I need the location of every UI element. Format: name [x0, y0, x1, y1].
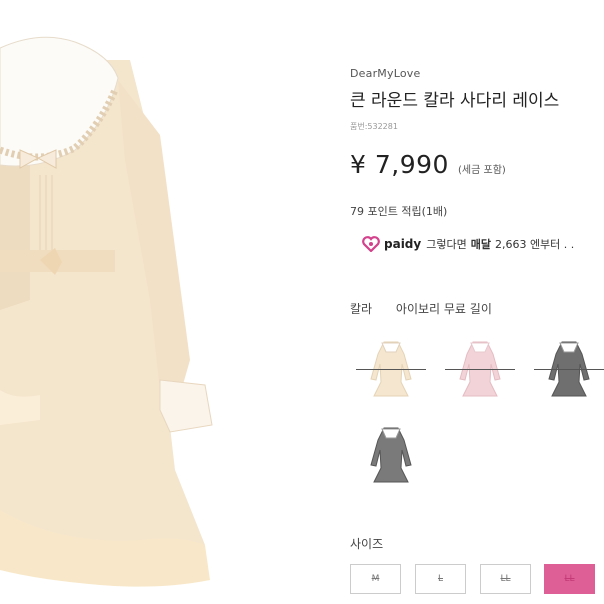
swatch-strike-line [445, 369, 515, 370]
paidy-logo: paidy [384, 237, 422, 251]
tax-note: (세금 포함) [458, 165, 506, 176]
paidy-text-after: 2,663 엔부터 . . [494, 238, 575, 251]
product-info-panel: DearMyLove 큰 라운드 칼라 사다리 레이스 품번:532281 ¥ … [350, 0, 604, 604]
paidy-banner[interactable]: paidy 그렇다면 매달 2,663 엔부터 . . [362, 236, 574, 252]
color-swatch-gray-2[interactable] [356, 420, 426, 490]
swatch-strike-line [534, 369, 604, 370]
size-option-m[interactable]: M [350, 564, 401, 594]
size-option-ll[interactable]: LL [480, 564, 531, 594]
paidy-text-bold: 매달 [470, 238, 491, 251]
color-label: 칼라 [350, 302, 373, 316]
paidy-text-before: 그렇다면 [426, 238, 467, 251]
size-option-l[interactable]: L [415, 564, 466, 594]
color-row: 칼라 아이보리 무료 길이 [350, 300, 492, 317]
size-label: 사이즈 [350, 537, 384, 551]
product-code: 품번:532281 [350, 122, 398, 131]
product-main-image[interactable] [0, 0, 330, 604]
dress-illustration [0, 36, 213, 587]
points-info: 79 포인트 적립(1배) [350, 205, 448, 218]
brand-name[interactable]: DearMyLove [350, 67, 420, 80]
swatch-strike-line [356, 369, 426, 370]
size-option-selected[interactable]: LL [544, 564, 595, 594]
price-row: ¥ 7,990 (세금 포함) [350, 150, 506, 179]
product-title: 큰 라운드 칼라 사다리 레이스 [350, 91, 560, 111]
paidy-heart-icon [362, 236, 380, 252]
gray-dress-thumb-2 [370, 427, 412, 483]
color-selected: 아이보리 무료 길이 [395, 302, 492, 316]
price: ¥ 7,990 [350, 150, 449, 179]
